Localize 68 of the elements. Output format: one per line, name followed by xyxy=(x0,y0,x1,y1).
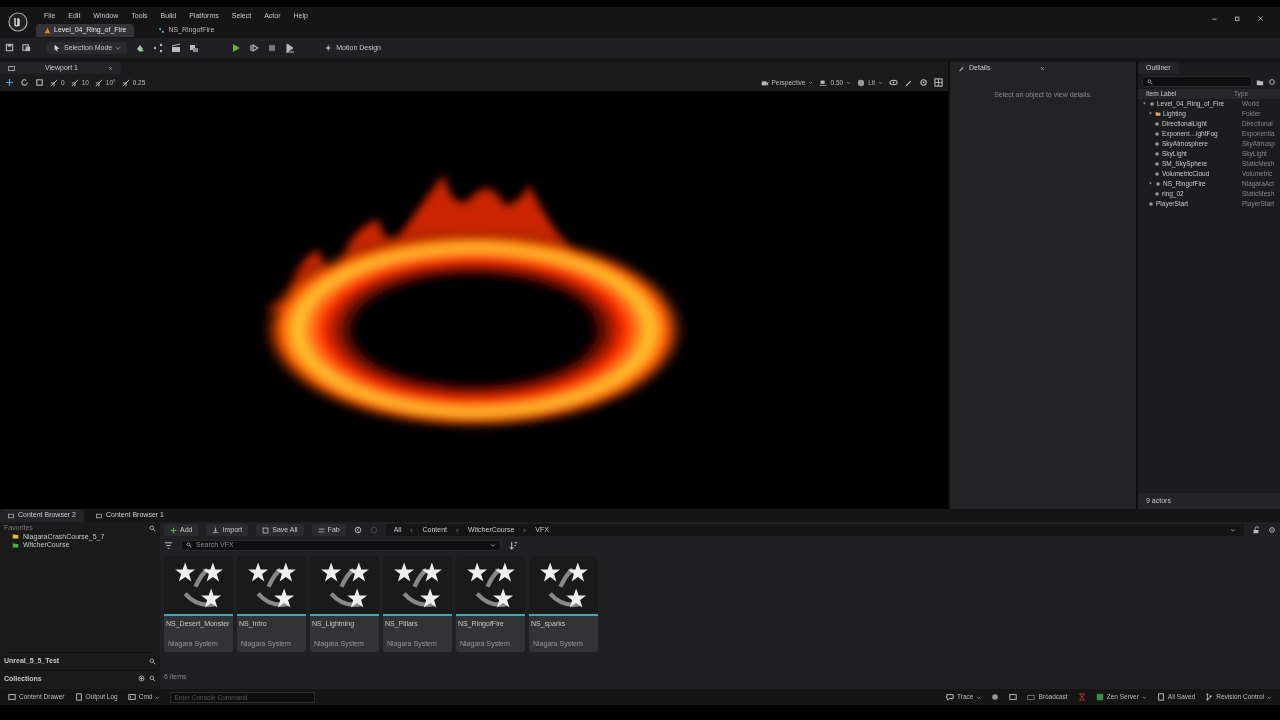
browser-icon xyxy=(8,512,14,519)
close-icon[interactable] xyxy=(107,65,113,71)
lock-icon[interactable] xyxy=(1252,526,1260,535)
rotate-icon[interactable] xyxy=(20,78,29,88)
search-icon[interactable] xyxy=(149,675,156,683)
actor-icon xyxy=(1149,100,1155,107)
snap-icon xyxy=(70,78,79,87)
cinematics-icon[interactable] xyxy=(171,42,182,53)
history-back-icon[interactable] xyxy=(353,526,362,535)
add-folder-icon[interactable] xyxy=(1256,77,1264,86)
eye-icon[interactable] xyxy=(889,78,898,88)
chat-icon xyxy=(946,693,955,702)
search-icon[interactable] xyxy=(149,524,156,532)
caret-icon xyxy=(115,44,122,51)
plus-icon xyxy=(170,526,177,534)
settings-icon[interactable] xyxy=(1268,526,1276,535)
save-icon[interactable] xyxy=(5,43,14,53)
drawer-icon xyxy=(8,693,16,702)
browser-icon xyxy=(96,512,102,519)
chevron-icon xyxy=(522,527,528,533)
import-icon xyxy=(212,526,220,534)
sort-icon[interactable] xyxy=(509,540,518,550)
snap-icon xyxy=(50,78,58,87)
pencil-icon[interactable] xyxy=(904,78,913,88)
monitor-icon xyxy=(1027,693,1036,702)
caret-icon[interactable] xyxy=(1230,527,1236,534)
log-icon xyxy=(74,693,83,702)
branch-icon xyxy=(1205,693,1214,702)
layout-icon[interactable] xyxy=(934,78,943,88)
chevron-icon xyxy=(409,527,415,533)
level-icon xyxy=(44,27,51,35)
record-icon[interactable] xyxy=(991,693,1000,702)
particle-icon xyxy=(158,27,166,35)
snap-icon xyxy=(94,78,103,87)
caret-icon xyxy=(878,80,883,86)
chevron-icon xyxy=(455,527,460,533)
document-icon xyxy=(1156,693,1165,702)
terminal-icon xyxy=(127,693,136,702)
transform-icon[interactable] xyxy=(5,78,14,88)
search-icon xyxy=(1147,78,1153,85)
expander-icon[interactable] xyxy=(1148,111,1153,117)
expander-icon[interactable] xyxy=(1148,181,1153,187)
sphere-icon xyxy=(857,78,866,87)
search-icon[interactable] xyxy=(149,658,156,665)
scale-icon[interactable] xyxy=(35,78,44,88)
folder-icon xyxy=(1155,110,1161,117)
caret-icon xyxy=(808,80,814,86)
close-icon[interactable] xyxy=(1040,65,1046,71)
step-icon[interactable] xyxy=(249,42,260,53)
viewport-icon xyxy=(8,64,15,72)
settings-icon[interactable] xyxy=(1268,77,1276,86)
caret-icon xyxy=(490,542,496,549)
search-icon xyxy=(186,542,192,549)
stop-icon[interactable] xyxy=(267,42,278,53)
settings-icon[interactable] xyxy=(919,78,928,88)
filter-icon[interactable] xyxy=(164,540,173,550)
caret-icon xyxy=(1141,694,1147,700)
caret-icon xyxy=(846,80,852,86)
cursor-icon xyxy=(53,43,61,52)
caret-icon xyxy=(155,694,161,700)
pencil-icon xyxy=(958,64,965,72)
expander-icon[interactable] xyxy=(1142,101,1147,107)
caret-icon xyxy=(976,694,982,700)
snap-icon xyxy=(121,78,130,87)
logo-icon xyxy=(8,12,28,33)
caret-icon xyxy=(1267,694,1272,700)
save-icon xyxy=(262,526,270,534)
play-icon[interactable] xyxy=(231,42,242,53)
